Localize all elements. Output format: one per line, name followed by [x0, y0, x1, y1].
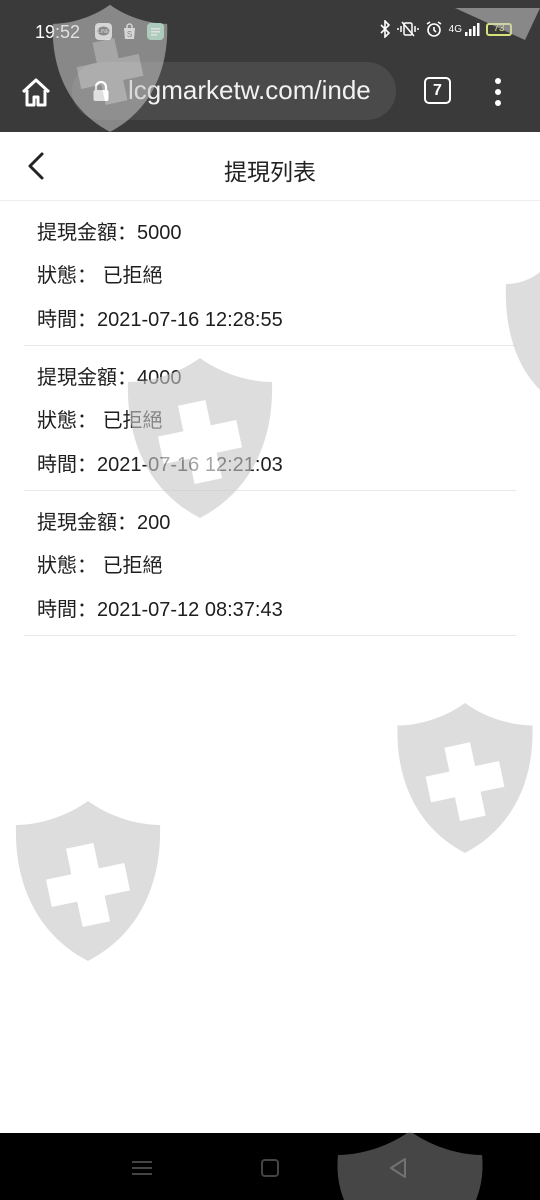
system-icons: 4G 73: [379, 20, 512, 38]
status-row: 狀態： 已拒絕: [37, 259, 163, 288]
time-row: 時間：2021-07-16 12:28:55: [37, 303, 283, 332]
alarm-icon: [426, 21, 442, 37]
status-label: 狀態：: [37, 410, 97, 432]
home-square-icon[interactable]: [255, 1153, 285, 1183]
status-value: 已拒絕: [102, 410, 163, 432]
page-title: 提現列表: [224, 159, 316, 185]
amount-value: 200: [137, 512, 171, 534]
amount-label: 提現金額：: [37, 512, 137, 534]
status-value: 已拒絕: [102, 265, 163, 287]
tab-switcher-button[interactable]: 7: [424, 77, 451, 104]
withdrawal-record: 提現金額：5000 狀態： 已拒絕 時間：2021-07-16 12:28:55: [24, 201, 516, 346]
shopping-bag-icon: S: [121, 23, 138, 40]
svg-text:S: S: [127, 30, 132, 39]
page-header: 提現列表: [0, 132, 540, 201]
status-row: 狀態： 已拒絕: [37, 404, 163, 433]
amount-row: 提現金額：4000: [37, 361, 182, 390]
signal-icon: [465, 23, 480, 36]
withdrawal-record: 提現金額：200 狀態： 已拒絕 時間：2021-07-12 08:37:43: [24, 491, 516, 636]
time-label: 時間：: [37, 309, 97, 331]
time-row: 時間：2021-07-12 08:37:43: [37, 593, 283, 622]
amount-label: 提現金額：: [37, 222, 137, 244]
status-bar: 19:52 LINE S 4G 73: [0, 0, 540, 62]
bluetooth-icon: [380, 20, 390, 38]
withdrawal-list: 提現金額：5000 狀態： 已拒絕 時間：2021-07-16 12:28:55…: [0, 201, 540, 636]
status-row: 狀態： 已拒絕: [37, 549, 163, 578]
status-value: 已拒絕: [102, 555, 163, 577]
battery-icon: 73: [486, 22, 512, 36]
lock-icon: [93, 81, 109, 101]
svg-text:LINE: LINE: [98, 29, 110, 35]
shield-watermark-icon: [15, 801, 161, 961]
time-row: 時間：2021-07-16 12:21:03: [37, 448, 283, 477]
amount-value: 5000: [137, 222, 182, 244]
amount-label: 提現金額：: [37, 367, 137, 389]
url-text: lcgmarketw.com/inde: [128, 75, 371, 105]
line-icon: LINE: [95, 23, 112, 40]
time-value: 2021-07-16 12:28:55: [97, 309, 283, 331]
message-icon: [147, 23, 164, 40]
back-triangle-icon[interactable]: [383, 1153, 413, 1183]
network-type: 4G: [448, 23, 462, 35]
time-value: 2021-07-12 08:37:43: [97, 599, 283, 621]
browser-toolbar: lcgmarketw.com/inde 7: [0, 62, 540, 132]
time-label: 時間：: [37, 454, 97, 476]
status-time: 19:52: [35, 22, 81, 42]
time-label: 時間：: [37, 599, 97, 621]
status-label: 狀態：: [37, 555, 97, 577]
url-bar[interactable]: lcgmarketw.com/inde: [72, 62, 396, 120]
shield-watermark-icon: [397, 702, 533, 853]
amount-value: 4000: [137, 367, 182, 389]
recents-menu-icon[interactable]: [127, 1153, 157, 1183]
status-label: 狀態：: [37, 265, 97, 287]
amount-row: 提現金額：200: [37, 506, 170, 535]
home-icon[interactable]: [18, 75, 54, 111]
system-nav-bar: [0, 1131, 540, 1200]
vibrate-icon: [396, 21, 419, 37]
overflow-menu-icon[interactable]: [488, 75, 508, 109]
withdrawal-record: 提現金額：4000 狀態： 已拒絕 時間：2021-07-16 12:21:03: [24, 346, 516, 491]
amount-row: 提現金額：5000: [37, 216, 182, 245]
time-value: 2021-07-16 12:21:03: [97, 454, 283, 476]
